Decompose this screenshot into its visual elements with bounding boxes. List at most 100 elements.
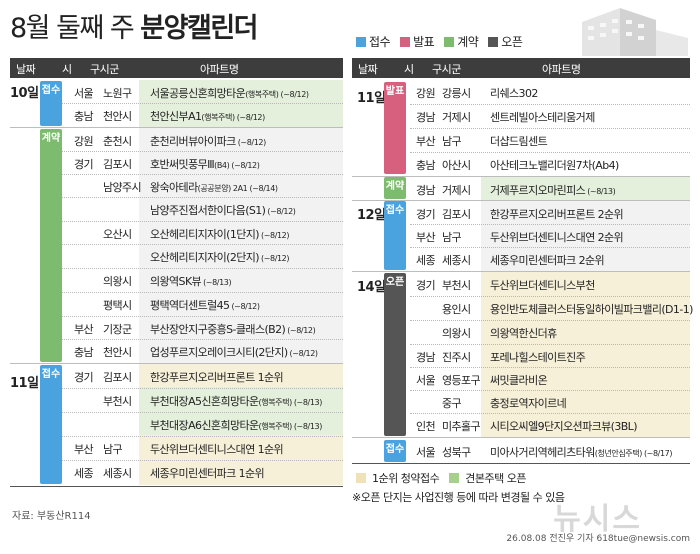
apartment-name: 더샵드림센트: [490, 135, 548, 148]
cell-district: 김포시: [442, 208, 471, 221]
cell-city: 강원: [74, 135, 94, 148]
apartment-name: 세종우미린센터파크 2순위: [490, 254, 605, 267]
apartment-name: 오산헤리티지자이(2단지): [150, 251, 260, 264]
apartment-name: 리쉐스302: [490, 87, 538, 100]
cell-district: 거제시: [442, 111, 471, 124]
cell-district: 노원구: [103, 87, 132, 100]
apartment-name: 한강푸르지오리버프론트 1순위: [150, 371, 284, 384]
cell-apartment: 의왕역한신더휴: [490, 325, 559, 341]
cell-district: 남구: [442, 231, 462, 244]
cell-apartment: 부산장안지구중흥S-클래스(B2) (~8/12): [150, 321, 316, 337]
cell-district: 천안시: [103, 346, 132, 359]
row-dotted-divider: [62, 388, 343, 389]
table-bottom-border: [10, 486, 343, 487]
apartment-name: 시티오씨엘9단지오션파크뷰(3BL): [490, 420, 638, 433]
apartment-name: 거제푸르지오마린피스: [490, 184, 586, 197]
row-dotted-divider: [62, 460, 343, 461]
table-row: 의왕시 의왕역한신더휴: [352, 320, 690, 344]
cell-city: 경남: [416, 111, 436, 124]
apartment-name: 아산테크노밸리더원7차(Ab4): [490, 159, 619, 172]
header-city: 시: [62, 63, 72, 76]
table-row: 오산시 오산헤리티지자이(1단지) (~8/12): [10, 221, 343, 245]
table-row: 부천대장A6신혼희망타운(행복주택) (~8/13): [10, 412, 343, 436]
cell-city: 경남: [416, 184, 436, 197]
table-row: 부산 기장군 부산장안지구중흥S-클래스(B2) (~8/12): [10, 316, 343, 340]
table-row: 경기 김포시 한강푸르지오리버프론트 2순위: [352, 201, 690, 225]
apartment-note: (청년안심주택): [594, 449, 643, 458]
cell-district: 미추홀구: [442, 420, 481, 433]
cell-apartment: 두산위브더센티니스대연 2순위: [490, 229, 625, 245]
row-dotted-divider: [410, 247, 690, 248]
table-row: 경남 거제시 거제푸르지오마린피스 (~8/13): [352, 177, 690, 201]
table-row: 경남 거제시 센트레빌아스테리움거제: [352, 104, 690, 128]
table-row: 평택시 평택역더센트럴45 (~8/12): [10, 292, 343, 316]
row-dotted-divider: [62, 174, 343, 175]
cell-apartment: 오산헤리티지자이(2단지) (~8/12): [150, 249, 290, 265]
apartment-name: 남양주진접서한이다음(S1): [150, 204, 266, 217]
row-dotted-divider: [62, 268, 343, 269]
cell-district: 김포시: [103, 371, 132, 384]
legend-swatch: [488, 36, 499, 47]
apartment-period: (~8/12): [231, 161, 260, 170]
cell-apartment: 호반써밋풍무Ⅲ(B4) (~8/12): [150, 156, 260, 172]
apartment-name: 부산장안지구중흥S-클래스(B2): [150, 323, 286, 336]
apartment-period: (~8/12): [237, 138, 267, 147]
row-dotted-divider: [410, 413, 690, 414]
cell-apartment: 춘천리버뷰아이파크 (~8/12): [150, 133, 266, 149]
cell-city: 부산: [416, 135, 436, 148]
table-row: 경기 김포시 호반써밋풍무Ⅲ(B4) (~8/12): [10, 151, 343, 175]
cell-apartment: 평택역더센트럴45 (~8/12): [150, 297, 260, 313]
legend-swatch: [400, 36, 411, 47]
apartment-note: (행복주택): [245, 90, 279, 99]
cell-district: 평택시: [103, 299, 132, 312]
cell-city: 세종: [416, 254, 436, 267]
cell-city: 강원: [416, 87, 436, 100]
legend-item: 접수: [356, 33, 391, 50]
row-dotted-divider: [62, 197, 343, 198]
cell-city: 세종: [74, 467, 94, 480]
legend-item: 계약: [444, 33, 479, 50]
row-dotted-divider: [62, 316, 343, 317]
table-row: 오산헤리티지자이(2단지) (~8/12): [10, 244, 343, 268]
apartment-name: 용인반도체클러스터동일하이빌파크밸리(D1-1): [490, 303, 693, 316]
cell-city: 충남: [74, 346, 94, 359]
row-dotted-divider: [410, 152, 690, 153]
cell-city: 부산: [74, 443, 94, 456]
table-row: 남양주진접서한이다음(S1) (~8/12): [10, 197, 343, 221]
cell-apartment: 부천대장A5신혼희망타운(행복주택) (~8/13): [150, 393, 322, 409]
cell-district: 남구: [442, 135, 462, 148]
cell-apartment: 한강푸르지오리버프론트 2순위: [490, 206, 625, 222]
cell-apartment: 왕숙아테라(공공분양) 2A1 (~8/14): [150, 179, 278, 195]
apartment-name: 충정로역자이르네: [490, 397, 567, 410]
apartment-note: (행복주택): [258, 422, 293, 431]
row-dotted-divider: [410, 296, 690, 297]
cell-district: 오산시: [103, 228, 132, 241]
table-row: 서울 성북구 미아사거리역헤리츠타워(청년안심주택) (~8/17): [352, 439, 690, 463]
row-dotted-divider: [410, 128, 690, 129]
page-title: 8월 둘째 주 분양캘린더: [10, 13, 258, 44]
cell-city: 경기: [416, 208, 436, 221]
apartment-name: 평택역더센트럴45: [150, 299, 230, 312]
apartment-period: (~8/12): [260, 254, 290, 263]
cell-city: 경기: [74, 371, 94, 384]
table-row: 경기 김포시 한강푸르지오리버프론트 1순위: [10, 364, 343, 388]
cell-district: 부천시: [103, 395, 132, 408]
table-row: 부천시 부천대장A5신혼희망타운(행복주택) (~8/13): [10, 388, 343, 412]
apartment-period: (~8/12): [236, 113, 266, 122]
row-dotted-divider: [62, 151, 343, 152]
row-dotted-divider: [62, 103, 343, 104]
row-dotted-divider: [62, 339, 343, 340]
cell-apartment: 미아사거리역헤리츠타워(청년안심주택) (~8/17): [490, 444, 672, 460]
row-divider: [352, 437, 690, 438]
apartment-name: 의왕역한신더휴: [490, 327, 557, 340]
table-row: 의왕시 의왕역SK뷰 (~8/13): [10, 268, 343, 292]
cell-city: 서울: [74, 87, 94, 100]
cell-city: 서울: [416, 446, 436, 459]
row-dotted-divider: [410, 390, 690, 391]
status-legend: 접수 발표 계약 오픈: [356, 33, 523, 50]
credit-text: 26.08.08 전진우 기자 618tue@newsis.com: [506, 534, 690, 544]
cell-city: 충남: [416, 159, 436, 172]
table-row: 서울 노원구 서울공릉신혼희망타운(행복주택) (~8/12): [10, 80, 343, 104]
building-illustration: [582, 8, 688, 56]
cell-apartment: 아산테크노밸리더원7차(Ab4): [490, 157, 621, 173]
